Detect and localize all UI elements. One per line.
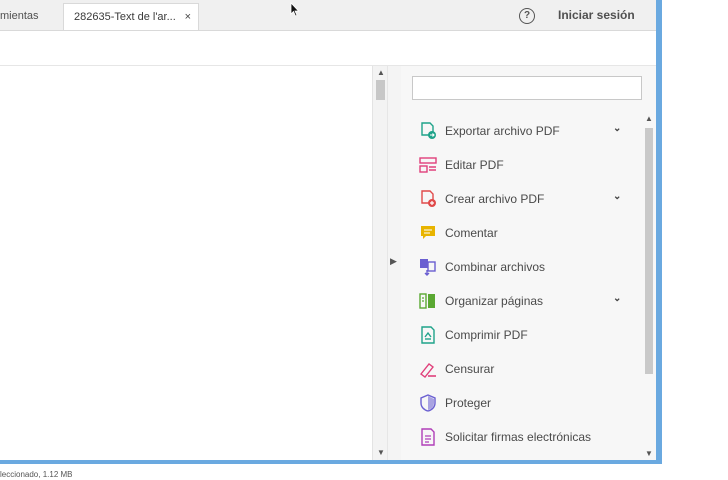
- tab-document[interactable]: 282635-Text de l'ar... ×: [63, 3, 199, 30]
- request-signatures-icon: [421, 428, 435, 446]
- tool-label: Comprimir PDF: [445, 328, 528, 342]
- close-tab-icon[interactable]: ×: [185, 4, 191, 31]
- help-icon[interactable]: ?: [519, 8, 535, 24]
- tools-panel-scrollbar[interactable]: ▲ ▼: [644, 114, 654, 460]
- tab-bar: mientas 282635-Text de l'ar... × ? Inici…: [0, 0, 656, 31]
- scroll-up-icon[interactable]: ▲: [645, 114, 653, 123]
- tool-label: Organizar páginas: [445, 294, 544, 308]
- document-toolbar: [0, 31, 656, 66]
- compress-pdf-icon: [421, 326, 435, 344]
- signin-button[interactable]: Iniciar sesión: [558, 8, 635, 22]
- tool-export-pdf[interactable]: Exportar archivo PDF ⌄: [401, 114, 641, 148]
- redact-icon: [420, 363, 436, 378]
- scrollbar-thumb[interactable]: [645, 128, 653, 374]
- tools-search-input[interactable]: [412, 76, 642, 100]
- protect-icon: [420, 394, 436, 412]
- comment-icon: [421, 226, 435, 239]
- tool-label: Censurar: [445, 362, 495, 376]
- document-view[interactable]: [0, 66, 372, 460]
- scrollbar-thumb[interactable]: [376, 80, 385, 100]
- tool-redact[interactable]: Censurar: [401, 352, 641, 386]
- scroll-down-icon[interactable]: ▼: [645, 449, 653, 458]
- acrobat-window: mientas 282635-Text de l'ar... × ? Inici…: [0, 0, 656, 460]
- tool-label: Solicitar firmas electrónicas: [445, 430, 592, 444]
- tool-compress-pdf[interactable]: Comprimir PDF: [401, 318, 641, 352]
- scroll-down-icon[interactable]: ▼: [377, 448, 385, 457]
- mouse-cursor-icon: [290, 2, 300, 17]
- scroll-up-icon[interactable]: ▲: [377, 68, 385, 77]
- tool-label: Crear archivo PDF: [445, 192, 545, 206]
- tool-comment[interactable]: Comentar: [401, 216, 641, 250]
- tool-label: Combinar archivos: [445, 260, 546, 274]
- tool-edit-pdf[interactable]: Editar PDF: [401, 148, 641, 182]
- tool-label: Editar PDF: [445, 158, 504, 172]
- chevron-down-icon[interactable]: ⌄: [613, 191, 621, 202]
- chevron-down-icon[interactable]: ⌄: [613, 123, 621, 134]
- tab-tools-label: mientas: [0, 10, 39, 22]
- tools-list: Exportar archivo PDF ⌄ Editar PDF Crear …: [401, 114, 641, 454]
- combine-files-icon: [420, 259, 436, 276]
- tool-label: Exportar archivo PDF: [445, 124, 560, 138]
- tab-document-label: 282635-Text de l'ar...: [74, 11, 176, 23]
- edit-pdf-icon: [419, 157, 437, 173]
- chevron-down-icon[interactable]: ⌄: [613, 293, 621, 304]
- collapse-panel-icon[interactable]: ▶: [390, 256, 397, 267]
- tool-label: Comentar: [445, 226, 498, 240]
- desktop-background: [662, 0, 728, 480]
- tab-tools[interactable]: mientas: [0, 3, 63, 30]
- create-pdf-icon: [421, 190, 436, 207]
- export-pdf-icon: [421, 122, 436, 139]
- document-scrollbar[interactable]: ▲ ▼: [372, 66, 388, 460]
- tool-label: Proteger: [445, 396, 492, 410]
- tools-panel: Exportar archivo PDF ⌄ Editar PDF Crear …: [401, 66, 656, 460]
- tool-create-pdf[interactable]: Crear archivo PDF ⌄: [401, 182, 641, 216]
- panel-collapse-strip[interactable]: ▶: [387, 66, 401, 460]
- window-frame-bottom: [0, 460, 662, 464]
- tool-organize-pages[interactable]: Organizar páginas ⌄: [401, 284, 641, 318]
- tool-request-signatures[interactable]: Solicitar firmas electrónicas: [401, 420, 641, 454]
- tool-protect[interactable]: Proteger: [401, 386, 641, 420]
- status-bar-text: leccionado, 1.12 MB: [0, 470, 73, 479]
- tool-combine-files[interactable]: Combinar archivos: [401, 250, 641, 284]
- organize-pages-icon: [419, 293, 435, 309]
